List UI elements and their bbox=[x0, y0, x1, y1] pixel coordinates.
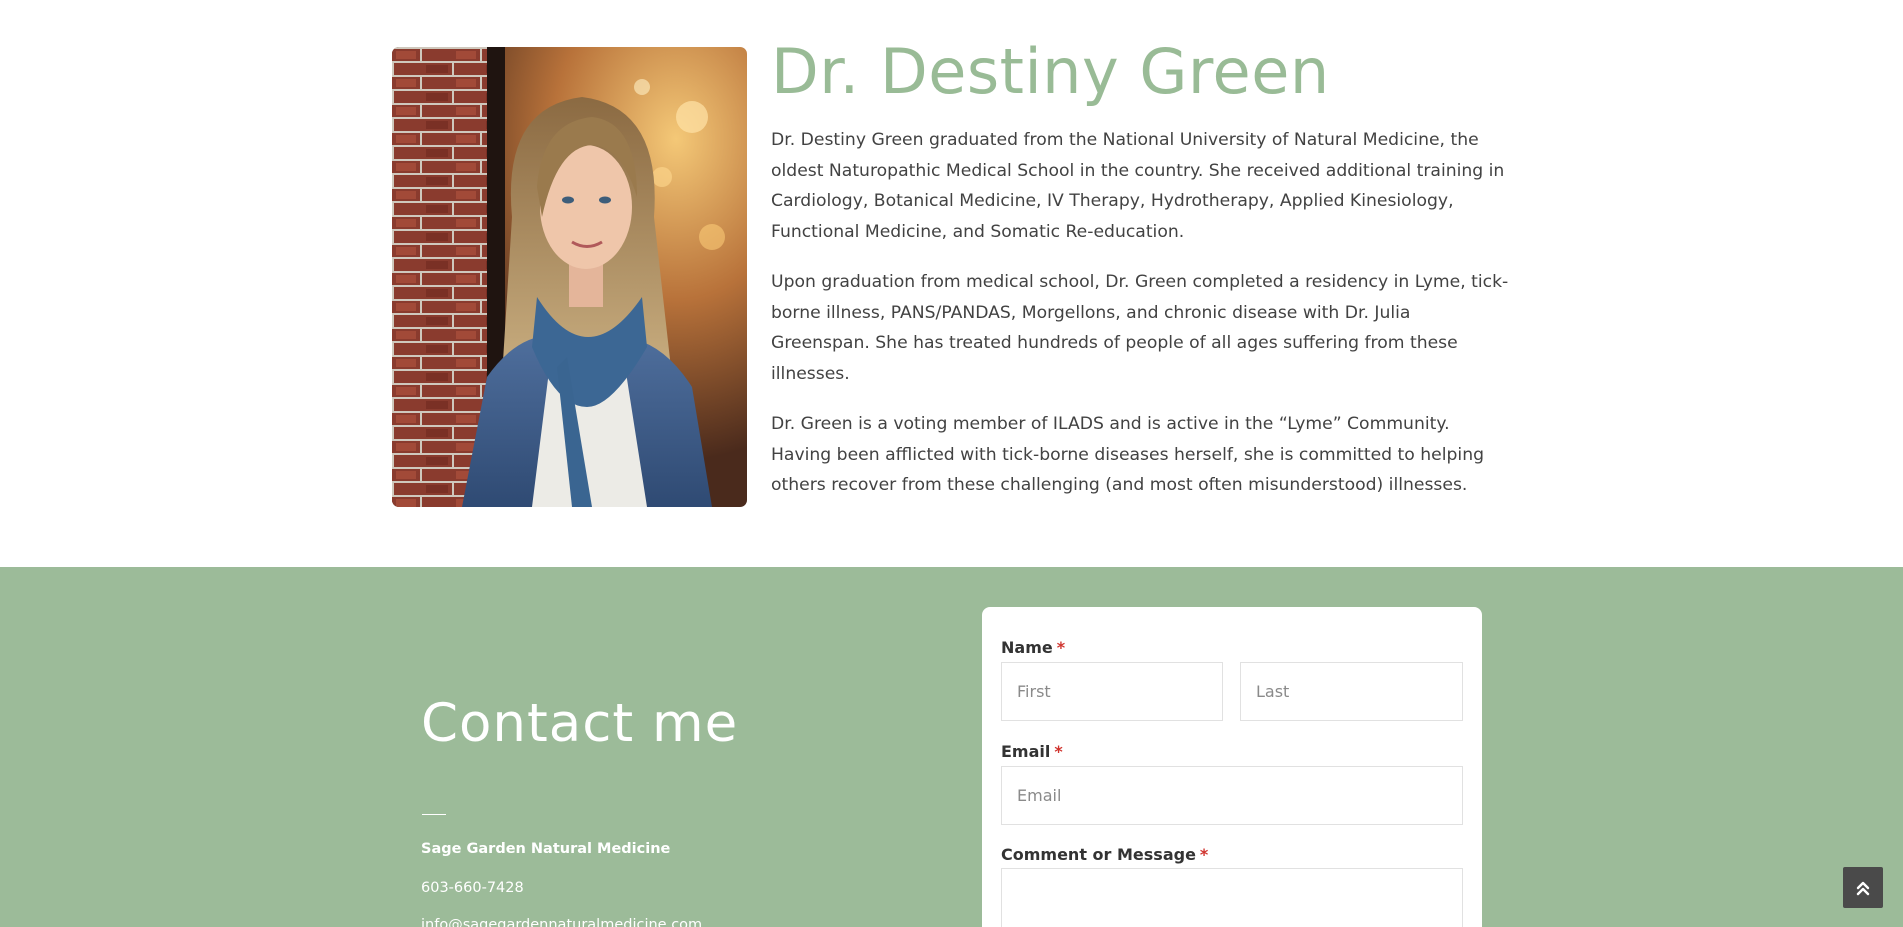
required-marker: * bbox=[1056, 638, 1066, 657]
contact-section: Contact me Sage Garden Natural Medicine … bbox=[0, 567, 1903, 927]
contact-heading: Contact me bbox=[421, 693, 739, 754]
contact-form: Name* Email* Comment or Message* bbox=[982, 607, 1482, 927]
doctor-portrait-photo bbox=[392, 47, 747, 507]
email-label-text: Email bbox=[1001, 742, 1051, 761]
contact-email-link[interactable]: info@sagegardennaturalmedicine.com bbox=[421, 917, 702, 927]
bio-text-block: Dr. Destiny Green Dr. Destiny Green grad… bbox=[771, 36, 1511, 501]
phone-number: 603-660-7428 bbox=[421, 880, 524, 896]
doctor-name-heading: Dr. Destiny Green bbox=[771, 35, 1330, 108]
required-marker: * bbox=[1054, 742, 1063, 761]
scroll-to-top-button[interactable] bbox=[1843, 867, 1883, 908]
email-label: Email * bbox=[1001, 742, 1063, 761]
bio-paragraph: Upon graduation from medical school, Dr.… bbox=[771, 272, 1509, 384]
bio-section: Dr. Destiny Green Dr. Destiny Green grad… bbox=[0, 0, 1903, 567]
bio-paragraph: Dr. Green is a voting member of ILADS an… bbox=[771, 414, 1485, 495]
message-label-text: Comment or Message bbox=[1001, 845, 1196, 864]
email-input[interactable] bbox=[1001, 766, 1463, 825]
name-label-text: Name bbox=[1001, 638, 1053, 657]
name-label: Name * bbox=[1001, 638, 1065, 657]
double-chevron-up-icon bbox=[1856, 881, 1870, 895]
message-textarea[interactable] bbox=[1001, 868, 1463, 927]
heading-divider bbox=[422, 814, 446, 815]
last-name-input[interactable] bbox=[1240, 662, 1463, 721]
bio-paragraph: Dr. Destiny Green graduated from the Nat… bbox=[771, 130, 1505, 242]
organization-name: Sage Garden Natural Medicine bbox=[421, 841, 671, 857]
portrait-image bbox=[392, 47, 747, 507]
required-marker: * bbox=[1199, 845, 1209, 864]
message-label: Comment or Message * bbox=[1001, 845, 1208, 864]
first-name-input[interactable] bbox=[1001, 662, 1223, 721]
